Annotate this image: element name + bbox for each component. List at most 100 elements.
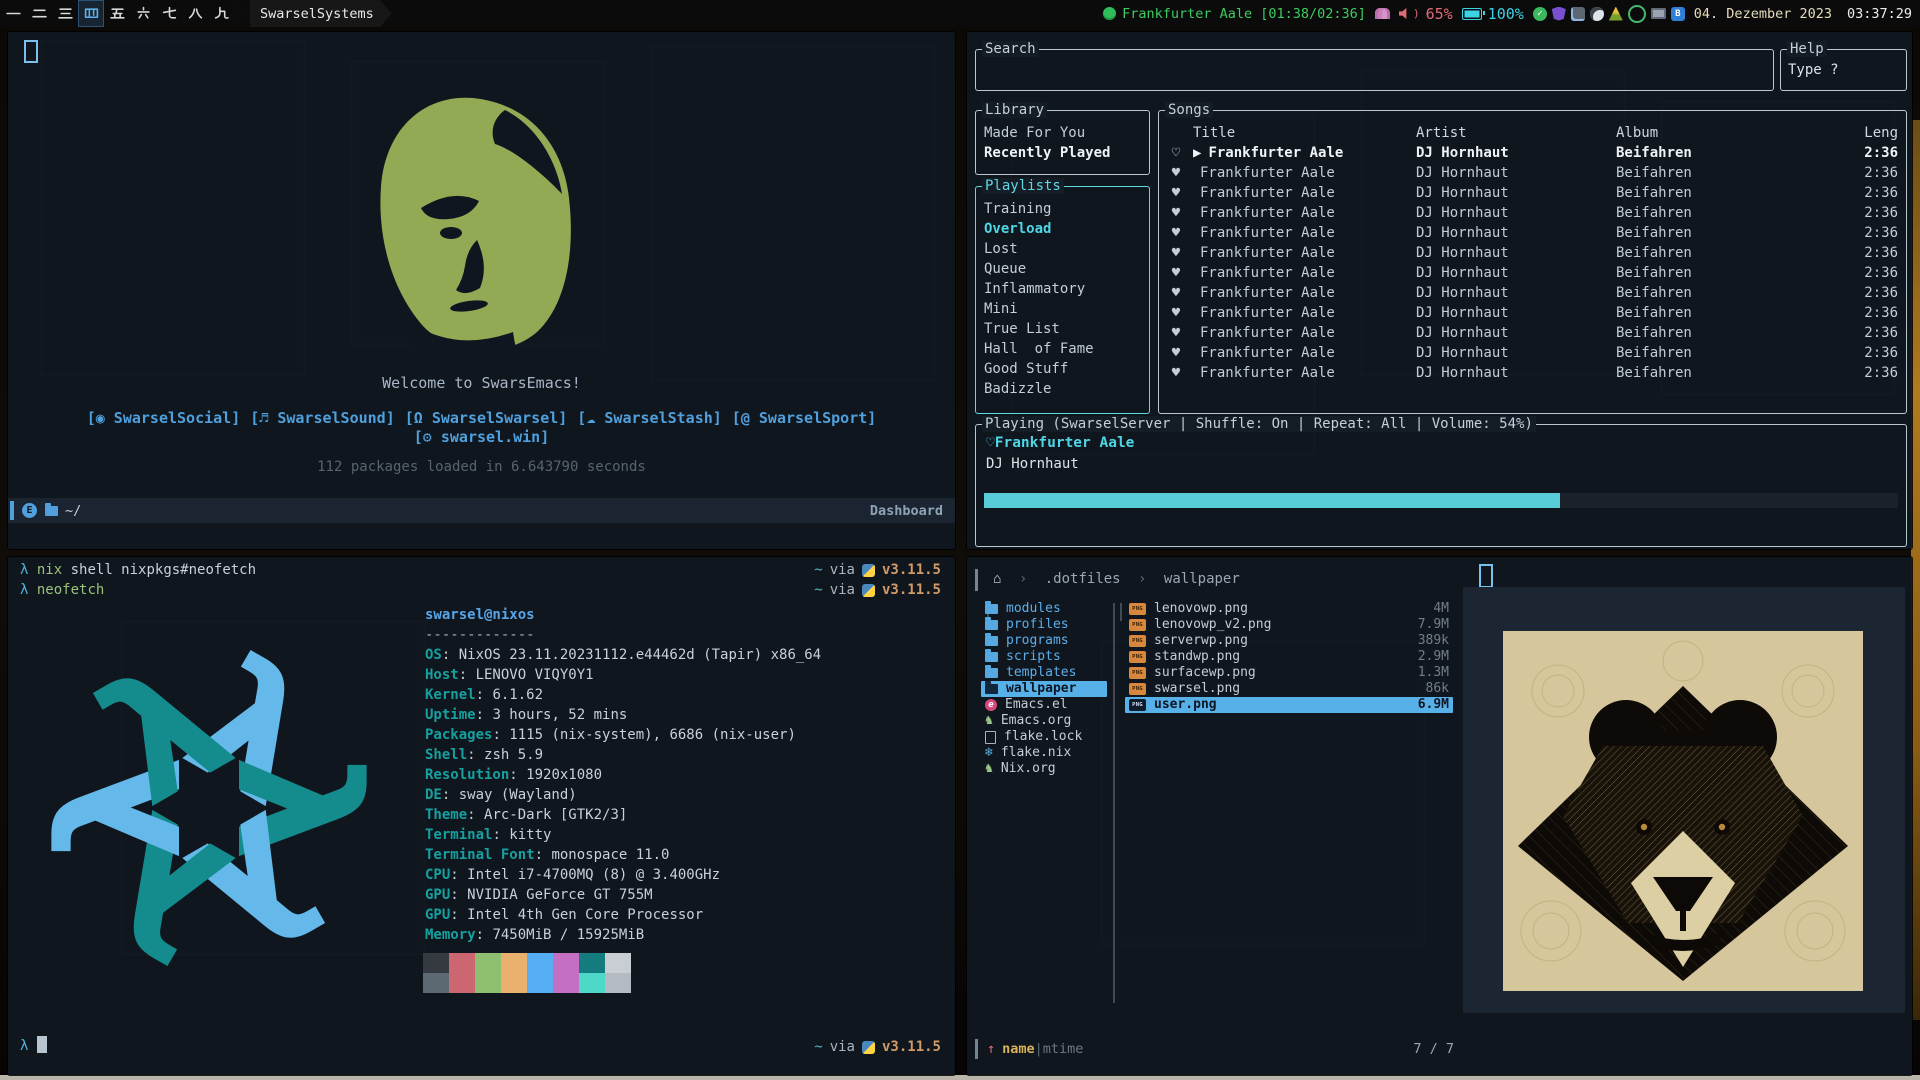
playlist-item[interactable]: Hall of Fame xyxy=(976,339,1149,359)
playlist-item[interactable]: Queue xyxy=(976,259,1149,279)
library-item[interactable]: Made For You xyxy=(976,123,1149,143)
file-row[interactable]: modules xyxy=(981,601,1107,617)
file-row[interactable]: user.png 6.9M xyxy=(1125,697,1453,713)
song-row[interactable]: ♥ Frankfurter Aale DJ Hornhaut Beifahren… xyxy=(1159,303,1906,323)
heart-icon[interactable]: ♥ xyxy=(1159,203,1193,223)
playlist-item[interactable]: True List xyxy=(976,319,1149,339)
file-row[interactable]: programs xyxy=(981,633,1107,649)
playlist-item[interactable]: Lost xyxy=(976,239,1149,259)
song-row[interactable]: ♡ ▶Frankfurter Aale DJ Hornhaut Beifahre… xyxy=(1159,143,1906,163)
song-row[interactable]: ♥ Frankfurter Aale DJ Hornhaut Beifahren… xyxy=(1159,323,1906,343)
checkmark-icon[interactable]: ✓ xyxy=(1533,7,1547,21)
heart-icon[interactable]: ♥ xyxy=(1159,263,1193,283)
vpn-tent-icon[interactable] xyxy=(1609,7,1623,21)
playlists-box[interactable]: Playlists TrainingOverloadLostQueueInfla… xyxy=(975,186,1150,414)
playlist-item[interactable]: Badizzle xyxy=(976,379,1149,399)
file-row[interactable]: Emacs.el xyxy=(981,697,1107,713)
file-row[interactable]: Nix.org xyxy=(981,761,1107,777)
workspace-七[interactable] xyxy=(156,0,182,27)
file-row[interactable]: standwp.png 2.9M xyxy=(1125,649,1453,665)
file-row[interactable]: surfacewp.png 1.3M xyxy=(1125,665,1453,681)
song-row[interactable]: ♥ Frankfurter Aale DJ Hornhaut Beifahren… xyxy=(1159,283,1906,303)
workspace-四[interactable] xyxy=(78,0,104,27)
file-manager-window[interactable]: ⌂ › .dotfiles › wallpaper modules profil… xyxy=(967,557,1912,1075)
playlist-item[interactable]: Overload xyxy=(976,219,1149,239)
bridge-icon[interactable] xyxy=(1375,8,1390,19)
dashboard-homepage-link[interactable]: [⚙ swarsel.win] xyxy=(8,428,955,446)
info-value: 1115 (nix-system), 6686 (nix-user) xyxy=(509,727,796,743)
heart-icon[interactable]: ♥ xyxy=(1159,223,1193,243)
help-box[interactable]: Help Type ? xyxy=(1780,49,1907,91)
heart-icon[interactable]: ♥ xyxy=(1159,183,1193,203)
tray-app-icon[interactable] xyxy=(1571,7,1585,21)
workspace-三[interactable] xyxy=(52,0,78,27)
workspace-六[interactable] xyxy=(130,0,156,27)
workspace-八[interactable] xyxy=(182,0,208,27)
breadcrumb-dotfiles[interactable]: .dotfiles xyxy=(1045,571,1121,587)
dashboard-link[interactable]: [◉ SwarselSocial] xyxy=(87,409,241,427)
heart-icon[interactable]: ♥ xyxy=(1159,163,1193,183)
music-player-window[interactable]: Search Help Type ? Library Made For YouR… xyxy=(967,32,1912,549)
songs-box[interactable]: Songs Title Artist Album Leng ♡ ▶Frankfu… xyxy=(1158,110,1907,414)
discord-icon[interactable] xyxy=(1590,7,1604,21)
file-row[interactable]: swarsel.png 86k xyxy=(1125,681,1453,697)
sort-status[interactable]: ↑ name | mtime xyxy=(987,1041,1083,1057)
playlist-item[interactable]: Inflammatory xyxy=(976,279,1149,299)
song-row[interactable]: ♥ Frankfurter Aale DJ Hornhaut Beifahren… xyxy=(1159,243,1906,263)
song-row[interactable]: ♥ Frankfurter Aale DJ Hornhaut Beifahren… xyxy=(1159,223,1906,243)
heart-icon[interactable]: ♥ xyxy=(1159,283,1193,303)
song-row[interactable]: ♥ Frankfurter Aale DJ Hornhaut Beifahren… xyxy=(1159,263,1906,283)
heart-icon[interactable]: ♥ xyxy=(1159,303,1193,323)
progress-bar[interactable] xyxy=(984,493,1898,508)
heart-icon[interactable]: ♥ xyxy=(1159,243,1193,263)
song-row[interactable]: ♥ Frankfurter Aale DJ Hornhaut Beifahren… xyxy=(1159,363,1906,383)
workspace-九[interactable] xyxy=(208,0,234,27)
heart-icon[interactable]: ♥ xyxy=(1159,323,1193,343)
shield-icon[interactable] xyxy=(1552,7,1566,21)
dashboard-link[interactable]: [☁ SwarselStash] xyxy=(577,409,722,427)
file-row[interactable]: flake.lock xyxy=(981,729,1107,745)
file-row[interactable]: flake.nix xyxy=(981,745,1107,761)
workspace-二[interactable] xyxy=(26,0,52,27)
file-row[interactable]: templates xyxy=(981,665,1107,681)
song-row[interactable]: ♥ Frankfurter Aale DJ Hornhaut Beifahren… xyxy=(1159,163,1906,183)
song-row[interactable]: ♥ Frankfurter Aale DJ Hornhaut Beifahren… xyxy=(1159,203,1906,223)
heart-icon[interactable]: ♡ xyxy=(1159,143,1193,163)
heart-icon[interactable]: ♥ xyxy=(1159,363,1193,383)
file-row[interactable]: scripts xyxy=(981,649,1107,665)
workspace-一[interactable] xyxy=(0,0,26,27)
playlist-item[interactable]: Mini xyxy=(976,299,1149,319)
header-album[interactable]: Album xyxy=(1616,123,1846,143)
breadcrumb-wallpaper[interactable]: wallpaper xyxy=(1164,571,1240,587)
file-row[interactable]: wallpaper xyxy=(981,681,1107,697)
file-row[interactable]: serverwp.png 389k xyxy=(1125,633,1453,649)
heart-icon[interactable]: ♥ xyxy=(1159,343,1193,363)
battery-status[interactable]: 100% xyxy=(1462,5,1524,23)
library-item[interactable]: Recently Played xyxy=(976,143,1149,163)
search-box[interactable]: Search xyxy=(975,49,1774,91)
bluetooth-icon[interactable]: B xyxy=(1671,7,1685,21)
song-row[interactable]: ♥ Frankfurter Aale DJ Hornhaut Beifahren… xyxy=(1159,183,1906,203)
dashboard-link[interactable]: [@ SwarselSport] xyxy=(732,409,877,427)
file-row[interactable]: lenovowp_v2.png 7.9M xyxy=(1125,617,1453,633)
song-row[interactable]: ♥ Frankfurter Aale DJ Hornhaut Beifahren… xyxy=(1159,343,1906,363)
header-artist[interactable]: Artist xyxy=(1416,123,1616,143)
display-icon[interactable] xyxy=(1651,8,1666,19)
file-row[interactable]: profiles xyxy=(981,617,1107,633)
dashboard-link[interactable]: [Ω SwarselSwarsel] xyxy=(405,409,568,427)
header-length[interactable]: Leng xyxy=(1846,123,1906,143)
workspace-五[interactable] xyxy=(104,0,130,27)
neofetch-terminal-window[interactable]: λ nix shell nixpkgs#neofetch ~ via v3.11… xyxy=(8,557,955,1075)
volume-status[interactable]: ) 65% xyxy=(1399,5,1453,23)
header-title[interactable]: Title xyxy=(1193,123,1416,143)
library-box[interactable]: Library Made For YouRecently Played xyxy=(975,110,1150,175)
syncthing-icon[interactable] xyxy=(1628,5,1646,23)
playlist-item[interactable]: Good Stuff xyxy=(976,359,1149,379)
spotify-status[interactable]: Frankfurter Aale [01:38/02:36] xyxy=(1103,6,1366,22)
file-row[interactable]: Emacs.org xyxy=(981,713,1107,729)
playlist-item[interactable]: Training xyxy=(976,199,1149,219)
file-row[interactable]: lenovowp.png 4M xyxy=(1125,601,1453,617)
dashboard-link[interactable]: [♬ SwarselSound] xyxy=(250,409,395,427)
home-icon[interactable]: ⌂ xyxy=(993,571,1001,587)
emacs-window[interactable]: Welcome to SwarsEmacs! [◉ SwarselSocial]… xyxy=(8,32,955,549)
